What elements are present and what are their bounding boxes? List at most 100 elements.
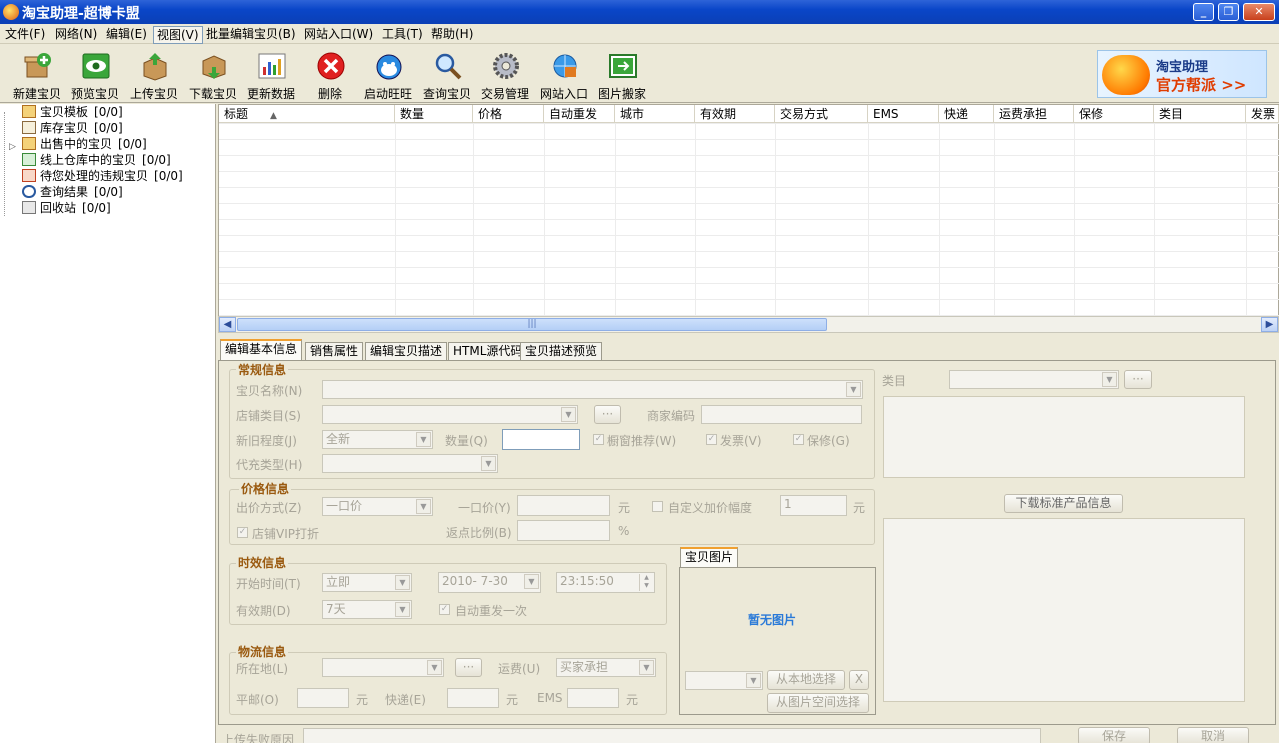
tree-expand-icon[interactable]: ▷ [9, 142, 16, 152]
menu-website[interactable]: 网站入口(W) [301, 26, 376, 42]
tree-item-stock[interactable]: 库存宝贝 [0/0] [22, 120, 123, 136]
tree-item-label: 库存宝贝 [40, 121, 89, 135]
scrollbar-thumb[interactable]: ||| [237, 318, 827, 331]
condition-select[interactable]: 全新 ▼ [322, 430, 433, 449]
tab-sale-attributes[interactable]: 销售属性 [305, 342, 364, 361]
refresh-data-button[interactable]: 更新数据 [242, 47, 300, 101]
menu-batch-edit[interactable]: 批量编辑宝贝(B) [203, 26, 299, 42]
tab-description-preview[interactable]: 宝贝描述预览 [520, 342, 603, 361]
column-header-auto-relist[interactable]: 自动重发 [544, 105, 615, 123]
query-item-button[interactable]: 查询宝贝 [418, 47, 476, 101]
tab-item-picture[interactable]: 宝贝图片 [680, 547, 739, 568]
menu-tools[interactable]: 工具(T) [379, 26, 426, 42]
item-category-tree: ▷ 宝贝模板 [0/0] 库存宝贝 [0/0] 出售中的宝贝 [0/0] 线上仓库中的… [0, 104, 216, 743]
trade-manage-button[interactable]: 交易管理 [476, 47, 534, 101]
select-from-space-button[interactable]: 从图片空间选择 [767, 693, 869, 713]
menu-network[interactable]: 网络(N) [52, 26, 100, 42]
quantity-label: 数量(Q) [445, 434, 488, 448]
column-header-warranty[interactable]: 保修 [1074, 105, 1154, 123]
column-header-category[interactable]: 类目 [1154, 105, 1246, 123]
item-name-input[interactable]: ▼ [322, 380, 863, 399]
column-header-trade-method[interactable]: 交易方式 [775, 105, 868, 123]
fixed-price-input[interactable] [517, 495, 610, 516]
upload-item-button[interactable]: 上传宝贝 [125, 47, 183, 101]
download-item-button[interactable]: 下载宝贝 [184, 47, 242, 101]
column-header-quantity[interactable]: 数量 [395, 105, 473, 123]
category-select[interactable]: ▼ [949, 370, 1119, 389]
tree-item-template[interactable]: 宝贝模板 [0/0] [22, 104, 123, 120]
close-button[interactable]: ✕ [1243, 3, 1275, 21]
location-more-button[interactable]: ··· [455, 658, 482, 677]
save-button[interactable]: 保存 [1078, 727, 1150, 743]
merchant-code-input[interactable] [701, 405, 862, 424]
tree-item-recycle-bin[interactable]: 回收站 [0/0] [22, 200, 111, 216]
scroll-right-arrow-icon[interactable]: ▶ [1261, 317, 1278, 332]
tab-edit-description[interactable]: 编辑宝贝描述 [365, 342, 448, 361]
shop-category-more-button[interactable]: ··· [594, 405, 621, 424]
quantity-input[interactable] [502, 429, 580, 450]
start-wangwang-button[interactable]: 启动旺旺 [359, 47, 417, 101]
custom-increment-checkbox[interactable] [652, 501, 663, 512]
column-header-express[interactable]: 快递 [939, 105, 994, 123]
download-standard-info-button[interactable]: 下载标准产品信息 [1004, 494, 1123, 513]
chevron-down-icon: ▼ [561, 407, 576, 422]
express-input[interactable] [447, 688, 499, 708]
ems-input[interactable] [567, 688, 619, 708]
picture-move-button[interactable]: 图片搬家 [593, 47, 651, 101]
delete-button[interactable]: 删除 [301, 47, 359, 101]
new-item-button[interactable]: 新建宝贝 [8, 47, 66, 101]
location-select[interactable]: ▼ [322, 658, 444, 677]
column-header-city[interactable]: 城市 [615, 105, 695, 123]
auto-relist-checkbox[interactable]: ✓ [439, 604, 450, 615]
tree-item-online-warehouse[interactable]: 线上仓库中的宝贝 [0/0] [22, 152, 171, 168]
website-entry-button[interactable]: 网站入口 [535, 47, 593, 101]
rebate-input[interactable] [517, 520, 610, 541]
tree-item-count: [0/0] [94, 121, 123, 135]
column-header-ems[interactable]: EMS [868, 105, 939, 123]
tab-basic-info[interactable]: 编辑基本信息 [220, 339, 303, 361]
column-header-invoice[interactable]: 发票 [1246, 105, 1279, 123]
preview-item-button[interactable]: 预览宝贝 [66, 47, 124, 101]
official-group-banner[interactable]: 淘宝助理 官方帮派 >> [1097, 50, 1267, 98]
tree-item-on-sale[interactable]: 出售中的宝贝 [0/0] [22, 136, 147, 152]
horizontal-scrollbar[interactable]: ◀ ||| ▶ [218, 316, 1279, 333]
start-date-picker[interactable]: 2010- 7-30 ▼ [438, 572, 541, 593]
spinner-arrows-icon[interactable]: ▲ ▼ [639, 574, 653, 591]
freight-select[interactable]: 买家承担 ▼ [556, 658, 656, 677]
column-header-validity[interactable]: 有效期 [695, 105, 775, 123]
warranty-checkbox[interactable]: ✓ [793, 434, 804, 445]
showcase-checkbox[interactable]: ✓ [593, 434, 604, 445]
clear-picture-button[interactable]: X [849, 670, 869, 690]
item-list-grid[interactable]: 标题 ▲ 数量 价格 自动重发 城市 有效期 交易方式 EMS 快递 运费承担 保… [218, 104, 1279, 332]
vip-discount-checkbox[interactable]: ✓ [237, 527, 248, 538]
scroll-left-arrow-icon[interactable]: ◀ [219, 317, 236, 332]
shop-category-select[interactable]: ▼ [322, 405, 578, 424]
menu-view[interactable]: 视图(V) [153, 26, 203, 44]
surface-mail-input[interactable] [297, 688, 349, 708]
tab-html-source[interactable]: HTML源代码 [448, 342, 528, 361]
category-more-button[interactable]: ··· [1124, 370, 1152, 389]
select-from-local-button[interactable]: 从本地选择 [767, 670, 845, 690]
validity-period-select[interactable]: 7天 ▼ [322, 600, 412, 619]
tree-item-query-results[interactable]: 查询结果 [0/0] [22, 184, 123, 200]
column-header-price[interactable]: 价格 [473, 105, 544, 123]
menu-file[interactable]: 文件(F) [2, 26, 48, 42]
tree-item-violations[interactable]: 待您处理的违规宝贝 [0/0] [22, 168, 183, 184]
menu-help[interactable]: 帮助(H) [428, 26, 476, 42]
column-header-freight[interactable]: 运费承担 [994, 105, 1074, 123]
start-time-spinner[interactable]: 23:15:50 ▲ ▼ [556, 572, 655, 593]
invoice-checkbox[interactable]: ✓ [706, 434, 717, 445]
minimize-button[interactable]: _ [1193, 3, 1214, 21]
menu-edit[interactable]: 编辑(E) [103, 26, 150, 42]
picture-select[interactable]: ▼ [685, 671, 763, 690]
wangwang-icon [376, 54, 402, 80]
recharge-type-select[interactable]: ▼ [322, 454, 498, 473]
custom-increment-input[interactable]: 1 [780, 495, 847, 516]
cancel-button[interactable]: 取消 [1177, 727, 1249, 743]
house-icon [22, 121, 36, 134]
restore-button[interactable]: ❐ [1218, 3, 1239, 21]
column-header-title[interactable]: 标题 ▲ [219, 105, 395, 123]
start-time-select[interactable]: 立即 ▼ [322, 573, 412, 592]
custom-increment-value: 1 [784, 497, 792, 511]
bid-method-select[interactable]: 一口价 ▼ [322, 497, 433, 516]
